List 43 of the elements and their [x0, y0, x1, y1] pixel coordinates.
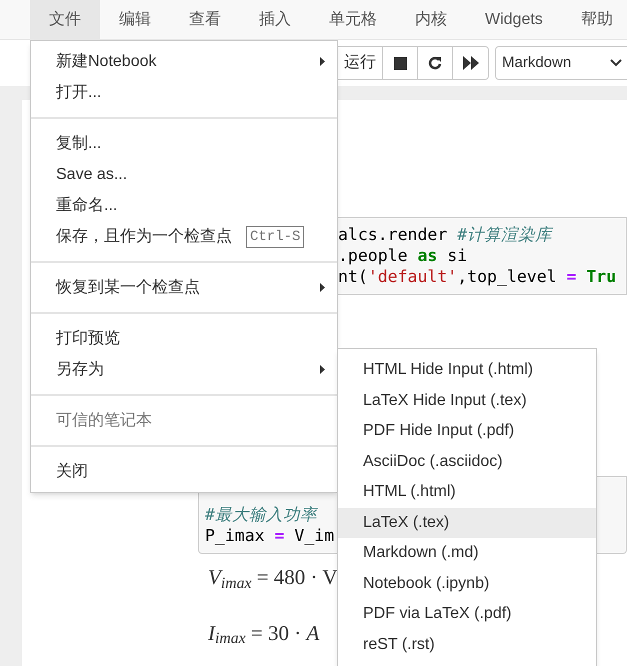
submenu-arrow-icon	[320, 283, 325, 292]
menu-item[interactable]: Markdown (.md)	[338, 538, 596, 568]
shortcut-hint: Ctrl-S	[246, 226, 304, 248]
chevron-down-icon	[610, 59, 622, 67]
restart-icon	[428, 56, 442, 70]
menu-item[interactable]: 保存，且作为一个检查点 Ctrl-S	[31, 221, 337, 252]
menu-bar-item[interactable]: 内核	[396, 0, 466, 39]
code-line: #最大输入功率	[205, 504, 317, 525]
menu-item[interactable]: AsciiDoc (.asciidoc)	[338, 446, 596, 477]
menu-item[interactable]: 关闭	[31, 456, 337, 487]
menu-item[interactable]: HTML Hide Input (.html)	[338, 355, 596, 386]
menu-item[interactable]: reST (.rst)	[338, 630, 596, 660]
menu-item[interactable]: PDF via LaTeX (.pdf)	[338, 599, 596, 630]
stop-icon	[394, 56, 406, 70]
submenu-arrow-icon	[320, 57, 325, 66]
fast-forward-icon	[462, 56, 478, 70]
menu-item[interactable]: 重命名...	[31, 190, 337, 221]
math-formula: V$_{imax}$ = 480 · V	[208, 564, 338, 594]
menu-bar-item[interactable]: 查看	[170, 0, 240, 39]
math-formula: I$_{imax}$ = 30 · A	[208, 620, 320, 649]
code-line: alcs.render #计算渲染库	[338, 224, 552, 245]
menu-item[interactable]: 打开...	[31, 77, 337, 108]
menu-item[interactable]: 复制...	[31, 128, 337, 159]
menu-item[interactable]: PDF Hide Input (.pdf)	[338, 416, 596, 446]
menu-item[interactable]: LaTeX Hide Input (.tex)	[338, 386, 596, 416]
code-line: .people as si	[338, 245, 468, 266]
code-line: nt('default',top_level = Tru	[338, 266, 616, 287]
menu-bar-item[interactable]: 文件	[30, 0, 100, 39]
menu-bar-item[interactable]: 单元格	[310, 0, 396, 39]
menu-bar-item[interactable]: 插入	[240, 0, 310, 39]
menu-item[interactable]: 打印预览	[31, 323, 337, 354]
code-line: P_imax = V_im	[205, 525, 334, 546]
menu-bar-item[interactable]: 帮助	[562, 0, 627, 39]
menu-bar-item[interactable]: 编辑	[100, 0, 170, 39]
menu-item[interactable]: Notebook (.ipynb)	[338, 568, 596, 599]
menu-item[interactable]: HTML (.html)	[338, 477, 596, 508]
menu-item[interactable]: 恢复到某一个检查点	[31, 272, 337, 303]
submenu-arrow-icon	[320, 365, 325, 374]
menu-item[interactable]: Save as...	[31, 159, 337, 190]
cell-type-select[interactable]: Markdown	[495, 46, 627, 80]
menu-item[interactable]: LaTeX (.tex)	[338, 508, 596, 538]
menu-bar-item[interactable]: Widgets	[466, 0, 562, 39]
menu-item[interactable]: 另存为	[31, 354, 337, 385]
